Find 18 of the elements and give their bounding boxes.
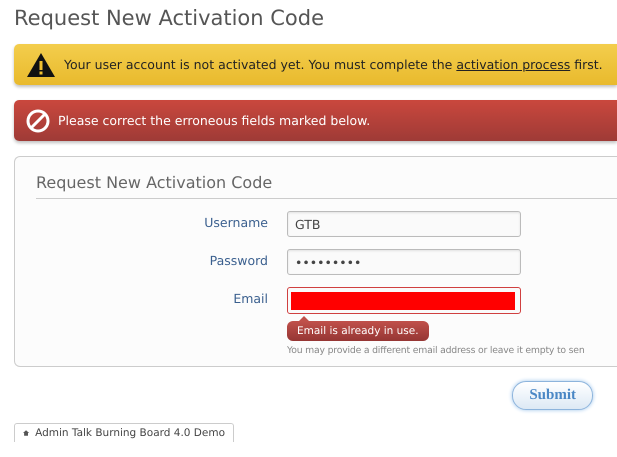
tooltip-pointer (299, 316, 309, 321)
field-label: Email (232, 290, 268, 308)
error-tooltip: Email is already in use. (287, 321, 429, 341)
warning-icon (26, 52, 56, 78)
prohibited-icon (26, 108, 50, 132)
breadcrumb-link[interactable]: Admin Talk Burning Board 4.0 Demo (35, 427, 225, 439)
page-title: Request New Activation Code (14, 6, 324, 30)
warning-message: Your user account is not activated yet. You must complete the activation process first. (64, 57, 603, 72)
error-message: Please correct the erroneous fields marked below. (58, 113, 370, 128)
help-text: You may provide a different email address or leave it empty to sen (287, 345, 585, 356)
password-field[interactable]: ••••••••• (287, 249, 521, 275)
activation-process-link[interactable]: activation process (456, 57, 570, 72)
username-field[interactable]: GTB (287, 211, 521, 237)
email-field[interactable] (287, 287, 521, 314)
form-title: Request New Activation Code (36, 173, 617, 199)
field-label: Username (203, 214, 268, 232)
home-icon (23, 428, 30, 438)
field-label: Password (208, 252, 268, 270)
